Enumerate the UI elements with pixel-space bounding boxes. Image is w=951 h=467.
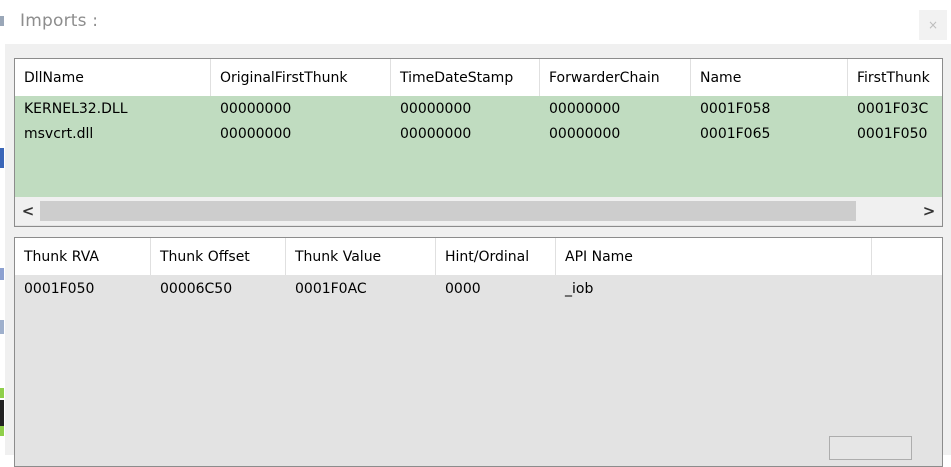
time-date-stamp-cell: 00000000 <box>400 101 472 117</box>
thunk-rva-cell: 0001F050 <box>24 281 95 297</box>
chevron-left-icon: < <box>21 202 35 220</box>
name-rva-cell: 0001F058 <box>700 101 771 117</box>
dll-rows-area: KERNEL32.DLL 00000000 00000000 00000000 … <box>15 96 942 197</box>
forwarder-chain-cell: 00000000 <box>549 101 621 117</box>
close-icon: × <box>927 18 939 32</box>
scroll-left-button[interactable]: < <box>15 197 41 225</box>
column-header-originalfirstthunk[interactable]: OriginalFirstThunk <box>211 59 391 96</box>
api-name-cell: _iob <box>565 281 594 297</box>
original-first-thunk-cell: 00000000 <box>220 101 292 117</box>
chevron-right-icon: > <box>922 202 936 220</box>
dll-name-cell: msvcrt.dll <box>24 126 94 142</box>
edge-mark <box>0 320 4 334</box>
column-header-forwarderchain[interactable]: ForwarderChain <box>540 59 691 96</box>
column-header-timedatestamp[interactable]: TimeDateStamp <box>391 59 540 96</box>
column-header-thunk-offset[interactable]: Thunk Offset <box>151 238 286 275</box>
dll-list[interactable]: DllName OriginalFirstThunk TimeDateStamp… <box>14 58 943 227</box>
table-row[interactable]: 0001F050 00006C50 0001F0AC 0000 _iob <box>15 275 942 303</box>
original-first-thunk-cell: 00000000 <box>220 126 292 142</box>
table-row[interactable]: msvcrt.dll 00000000 00000000 00000000 00… <box>15 122 942 148</box>
scroll-thumb[interactable] <box>40 201 856 221</box>
dll-list-header: DllName OriginalFirstThunk TimeDateStamp… <box>15 59 942 96</box>
imports-window: Imports : × DllName OriginalFirstThunk T… <box>5 0 951 467</box>
time-date-stamp-cell: 00000000 <box>400 126 472 142</box>
close-button[interactable]: × <box>919 10 947 40</box>
column-header-dllname[interactable]: DllName <box>15 59 211 96</box>
column-header-filler <box>872 238 942 275</box>
forwarder-chain-cell: 00000000 <box>549 126 621 142</box>
column-header-hint-ordinal[interactable]: Hint/Ordinal <box>436 238 556 275</box>
title-bar: Imports : × <box>5 0 951 44</box>
first-thunk-cell: 0001F03C <box>857 101 929 117</box>
edge-mark <box>0 148 4 168</box>
edge-mark <box>0 400 4 426</box>
first-thunk-cell: 0001F050 <box>857 126 928 142</box>
column-header-name[interactable]: Name <box>691 59 848 96</box>
thunk-offset-cell: 00006C50 <box>160 281 233 297</box>
window-title: Imports : <box>20 11 99 31</box>
dll-name-cell: KERNEL32.DLL <box>24 101 128 117</box>
edge-mark <box>0 268 4 280</box>
table-row[interactable]: KERNEL32.DLL 00000000 00000000 00000000 … <box>15 96 942 122</box>
column-header-thunk-rva[interactable]: Thunk RVA <box>15 238 151 275</box>
name-rva-cell: 0001F065 <box>700 126 771 142</box>
thunk-list[interactable]: Thunk RVA Thunk Offset Thunk Value Hint/… <box>14 237 943 467</box>
edge-mark <box>0 16 4 26</box>
hint-ordinal-cell: 0000 <box>445 281 481 297</box>
edge-mark <box>0 426 4 436</box>
horizontal-scrollbar[interactable]: < > <box>15 197 942 225</box>
column-header-api-name[interactable]: API Name <box>556 238 872 275</box>
dialog-button[interactable] <box>829 436 912 460</box>
edge-mark <box>0 388 4 398</box>
column-header-firstthunk[interactable]: FirstThunk <box>848 59 942 96</box>
column-header-thunk-value[interactable]: Thunk Value <box>286 238 436 275</box>
scroll-right-button[interactable]: > <box>916 197 942 225</box>
thunk-value-cell: 0001F0AC <box>295 281 367 297</box>
thunk-list-header: Thunk RVA Thunk Offset Thunk Value Hint/… <box>15 238 942 275</box>
